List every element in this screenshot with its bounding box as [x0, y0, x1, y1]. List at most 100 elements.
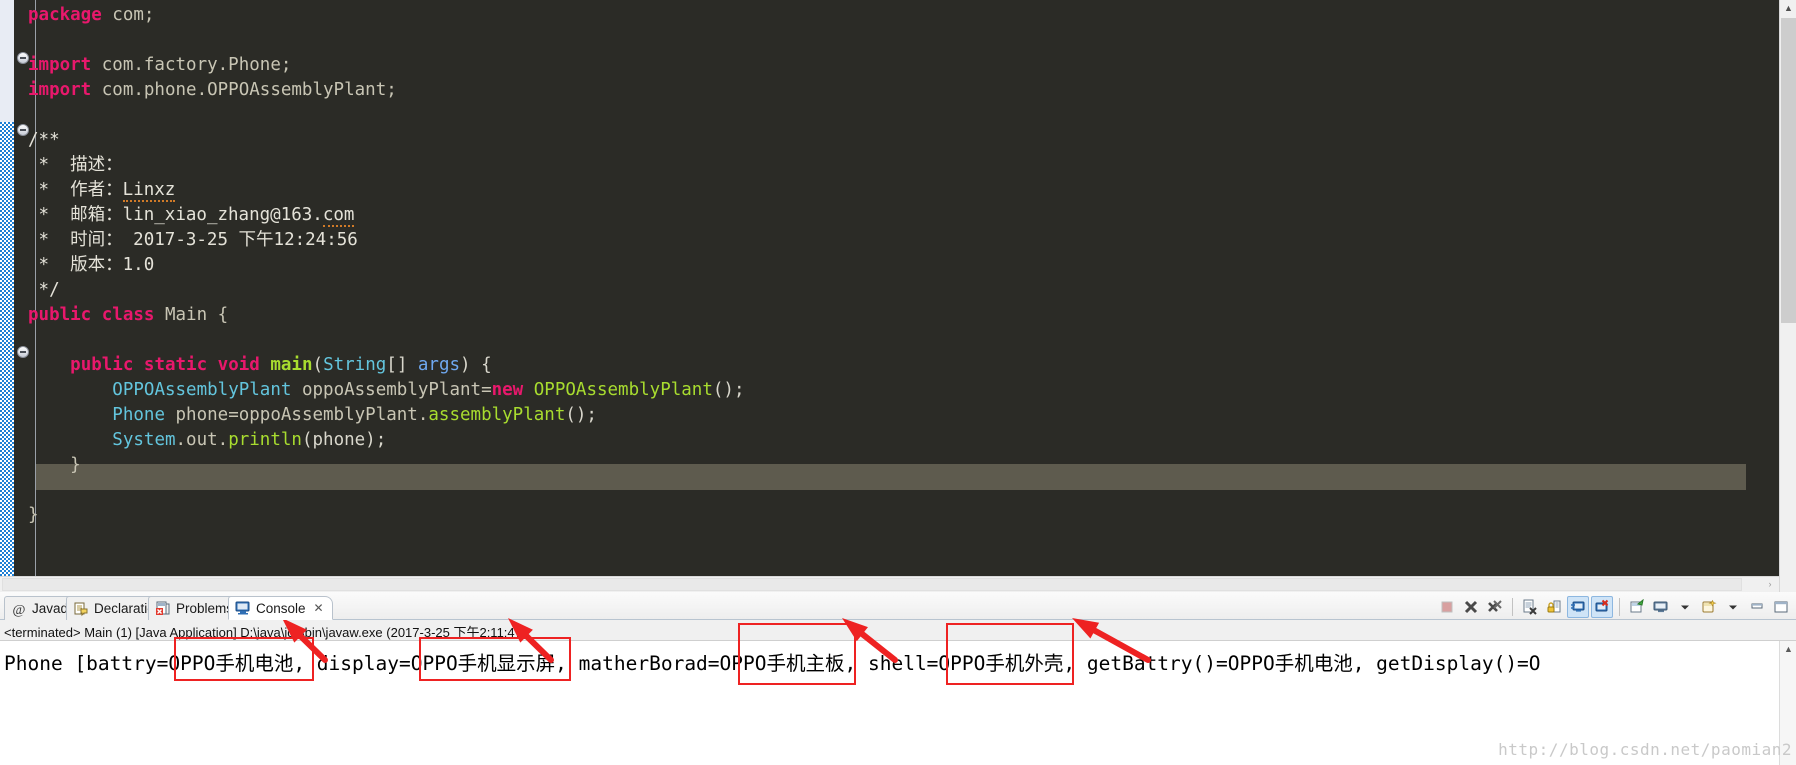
editor-hscroll-right-arrow[interactable]: ›: [1763, 577, 1777, 592]
show-console-on-output-button[interactable]: [1567, 596, 1589, 618]
view-tab-bar[interactable]: @ Javadoc Declaration Problems Console ✕: [0, 592, 1796, 620]
code-token: lin_xiao_zhang@163.: [122, 205, 323, 225]
console-toolbar[interactable]: [1436, 595, 1792, 619]
highlight-box-matherborad: [738, 623, 856, 685]
svg-text:@: @: [13, 603, 26, 617]
code-token: com.factory.Phone;: [91, 55, 292, 75]
code-token: ) {: [460, 355, 492, 375]
code-token: OPPOAssemblyPlant: [533, 380, 713, 400]
code-line: }: [28, 503, 1778, 528]
editor-hscroll-thumb[interactable]: [2, 578, 1742, 591]
code-token: Phone: [112, 405, 165, 425]
code-token: com;: [101, 5, 155, 25]
ruler-segment-occurrences: [0, 122, 14, 580]
remove-launch-button[interactable]: [1460, 596, 1482, 618]
code-line: Phone phone=oppoAssemblyPlant.assemblyPl…: [28, 403, 1778, 428]
code-token: Linxz: [122, 180, 176, 202]
code-line: * 作者：Linxz: [28, 178, 1778, 203]
maximize-button[interactable]: [1770, 596, 1792, 618]
open-console-button[interactable]: [1698, 596, 1720, 618]
code-line: }: [28, 453, 1778, 478]
code-token: oppoAssemblyPlant=: [291, 380, 492, 400]
code-token: public static void: [70, 355, 260, 375]
code-token: ();: [712, 380, 745, 400]
editor-vertical-scrollbar[interactable]: ▲: [1779, 0, 1796, 592]
code-token: /**: [28, 130, 60, 150]
editor-scroll-thumb[interactable]: [1781, 18, 1796, 323]
code-token: * 作者：: [28, 180, 123, 200]
open-console-dropdown[interactable]: [1722, 596, 1744, 618]
code-token: Main {: [154, 305, 229, 325]
clear-console-button[interactable]: [1519, 596, 1541, 618]
code-token: import: [28, 55, 92, 75]
code-token: args: [417, 355, 461, 375]
code-token: String: [323, 355, 387, 375]
code-line: OPPOAssemblyPlant oppoAssemblyPlant=new …: [28, 378, 1778, 403]
code-line: * 邮箱：lin_xiao_zhang@163.com: [28, 203, 1778, 228]
show-console-on-error-button[interactable]: [1591, 596, 1613, 618]
pin-console-button[interactable]: [1626, 596, 1648, 618]
close-icon[interactable]: ✕: [314, 601, 324, 615]
highlight-box-display: [419, 637, 571, 681]
code-line: public static void main(String[] args) {: [28, 353, 1778, 378]
tab-label: Console: [256, 600, 306, 616]
declaration-icon: [73, 601, 89, 617]
code-token: OPPOAssemblyPlant: [112, 380, 292, 400]
code-token: }: [28, 455, 81, 475]
code-token: com.phone.OPPOAssemblyPlant;: [91, 80, 397, 100]
code-token: System: [112, 430, 176, 450]
tab-label: Problems: [176, 601, 234, 616]
separator-2: [1619, 598, 1620, 616]
remove-all-terminated-button[interactable]: [1484, 596, 1506, 618]
code-token: (: [312, 355, 324, 375]
code-token: */: [28, 280, 60, 300]
code-line: import com.factory.Phone;: [28, 53, 1778, 78]
tab-console[interactable]: Console ✕: [228, 596, 333, 620]
code-line: * 时间： 2017-3-25 下午12:24:56: [28, 228, 1778, 253]
minimize-button[interactable]: [1746, 596, 1768, 618]
display-selected-console-button[interactable]: [1650, 596, 1672, 618]
terminate-button[interactable]: [1436, 596, 1458, 618]
code-line: /**: [28, 128, 1778, 153]
code-editor[interactable]: package com; import com.factory.Phone; im…: [0, 0, 1796, 592]
console-icon: [235, 600, 251, 616]
editor-scroll-up-arrow[interactable]: ▲: [1780, 0, 1796, 17]
code-line: * 版本：1.0: [28, 253, 1778, 278]
code-token: }: [28, 505, 39, 525]
code-text[interactable]: package com; import com.factory.Phone; im…: [28, 0, 1778, 592]
code-token: .out.: [175, 430, 229, 450]
code-token: (phone);: [301, 430, 387, 450]
separator-1: [1512, 598, 1513, 616]
console-scroll-up-arrow[interactable]: ▲: [1780, 641, 1796, 658]
editor-horizontal-scrollbar[interactable]: ›: [0, 576, 1779, 592]
code-token: ();: [565, 405, 597, 425]
editor-annotation-ruler[interactable]: [0, 0, 14, 592]
code-line: public class Main {: [28, 303, 1778, 328]
code-line: System.out.println(phone);: [28, 428, 1778, 453]
code-token: import: [28, 80, 92, 100]
scroll-lock-button[interactable]: [1543, 596, 1565, 618]
code-line: import com.phone.OPPOAssemblyPlant;: [28, 78, 1778, 103]
code-token: main: [270, 355, 313, 375]
code-line: */: [28, 278, 1778, 303]
code-token: * 邮箱：: [28, 205, 123, 225]
code-token: public class: [28, 305, 155, 325]
problems-icon: [155, 601, 171, 617]
code-line: * 描述：: [28, 153, 1778, 178]
code-token: package: [28, 5, 102, 25]
display-selected-console-dropdown[interactable]: [1674, 596, 1696, 618]
code-token: * 版本：1.0: [28, 255, 155, 275]
code-token: phone=oppoAssemblyPlant.: [164, 405, 429, 425]
ruler-segment-clean: [0, 0, 14, 122]
code-token: com: [322, 205, 355, 227]
code-token: println: [228, 430, 302, 450]
